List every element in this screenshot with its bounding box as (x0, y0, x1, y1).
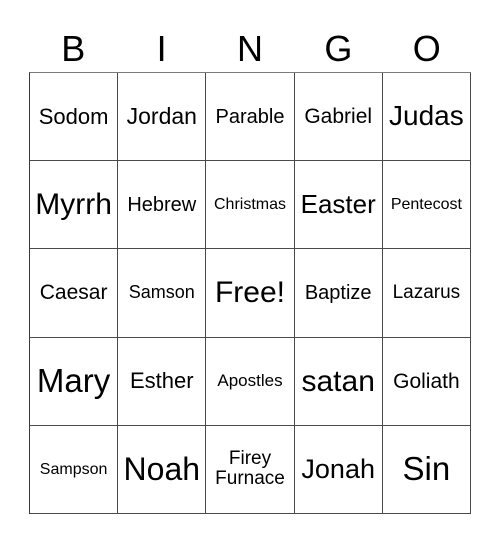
bingo-cell[interactable]: Baptize (294, 249, 383, 338)
bingo-header: B I N G O (29, 26, 471, 72)
header-letter-g: G (324, 28, 353, 69)
bingo-cell[interactable]: Sodom (30, 73, 119, 162)
header-letter-n: N (236, 28, 263, 69)
bingo-cell[interactable]: Gabriel (294, 73, 383, 162)
bingo-cell[interactable]: Sampson (30, 425, 119, 514)
bingo-cell[interactable]: satan (294, 337, 383, 426)
bingo-cell[interactable]: Pentecost (382, 161, 471, 250)
bingo-cell[interactable]: Caesar (30, 249, 119, 338)
bingo-cell[interactable]: Esther (118, 337, 207, 426)
bingo-cell[interactable]: Jonah (294, 425, 383, 514)
bingo-cell[interactable]: Sin (382, 425, 471, 514)
bingo-cell[interactable]: Mary (30, 337, 119, 426)
bingo-cell[interactable]: Noah (118, 425, 207, 514)
bingo-board: Sodom Jordan Parable Gabriel Judas Myrrh… (29, 72, 471, 514)
bingo-cell[interactable]: Apostles (206, 337, 295, 426)
bingo-cell[interactable]: Parable (206, 73, 295, 162)
bingo-cell[interactable]: Christmas (206, 161, 295, 250)
bingo-cell[interactable]: Judas (382, 73, 471, 162)
header-letter-o: O (412, 28, 441, 69)
bingo-cell[interactable]: Goliath (382, 337, 471, 426)
bingo-cell[interactable]: Jordan (118, 73, 207, 162)
header-letter-i: I (156, 28, 167, 69)
bingo-cell[interactable]: Easter (294, 161, 383, 250)
bingo-cell[interactable]: Myrrh (30, 161, 119, 250)
free-space-cell[interactable]: Free! (206, 249, 295, 338)
bingo-cell[interactable]: Hebrew (118, 161, 207, 250)
header-letter-b: B (61, 28, 86, 69)
bingo-cell[interactable]: Samson (118, 249, 207, 338)
bingo-cell[interactable]: Firey Furnace (206, 425, 295, 514)
bingo-cell[interactable]: Lazarus (382, 249, 471, 338)
